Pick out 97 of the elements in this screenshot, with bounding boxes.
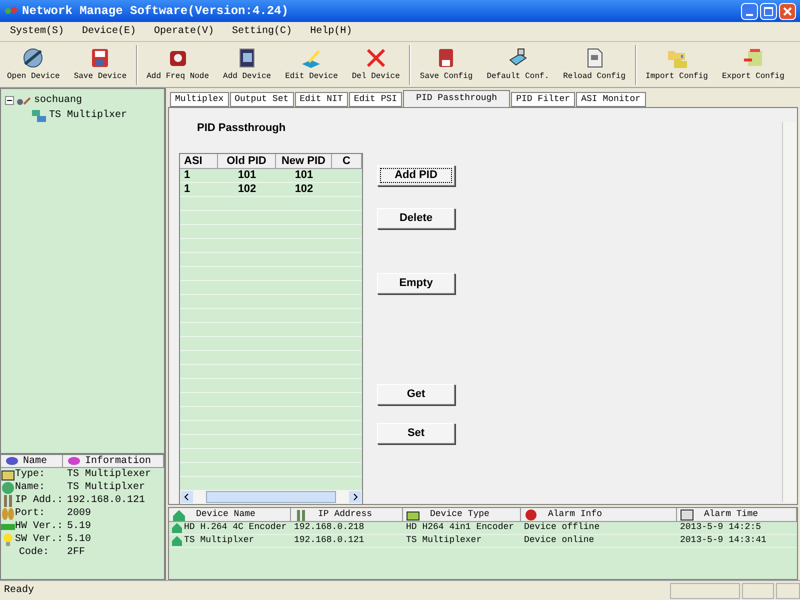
column-header[interactable]: ASI bbox=[180, 154, 218, 168]
info-label: Name: bbox=[15, 481, 46, 494]
light-bulb-icon bbox=[1, 533, 15, 546]
tab[interactable]: Edit NIT bbox=[294, 92, 348, 107]
status-panel bbox=[776, 582, 800, 598]
tree-node[interactable]: sochuang bbox=[34, 93, 82, 108]
column-header[interactable]: Name bbox=[1, 455, 63, 467]
action-button[interactable]: Add PID bbox=[377, 164, 455, 186]
tab[interactable]: PID Filter bbox=[511, 92, 576, 107]
toolbar-button[interactable]: Save Config bbox=[412, 42, 480, 86]
table-cell-text: 192.168.0.218 bbox=[293, 521, 364, 534]
table-cell-text: TS Multiplxer bbox=[183, 534, 254, 548]
horizontal-scrollbar[interactable] bbox=[180, 490, 362, 504]
table-cell-text: Device offline bbox=[523, 521, 600, 534]
table-cell-text: 101 bbox=[294, 168, 314, 182]
info-value: 2FF bbox=[67, 546, 86, 560]
column-header[interactable]: Device Name bbox=[169, 508, 291, 521]
menu-item[interactable]: System(S) bbox=[8, 24, 66, 39]
tree-leaf[interactable]: TS Multiplxer bbox=[49, 108, 128, 123]
status-panel bbox=[742, 582, 774, 598]
action-button[interactable]: Delete bbox=[377, 208, 455, 228]
folder-icon bbox=[1, 468, 15, 481]
drive-icon bbox=[406, 508, 420, 520]
close-button[interactable] bbox=[779, 2, 796, 20]
column-header[interactable]: Alarm Time bbox=[677, 508, 797, 521]
alarm-icon bbox=[524, 508, 538, 520]
column-header[interactable]: Information bbox=[63, 455, 164, 467]
column-header[interactable]: Device Type bbox=[403, 508, 521, 521]
info-label: HW Ver.: bbox=[15, 520, 64, 534]
house-icon bbox=[171, 535, 183, 547]
info-value: TS Multiplexer bbox=[67, 468, 152, 482]
info-label: IP Add.: bbox=[15, 494, 64, 508]
info-value: 5.10 bbox=[67, 533, 92, 547]
action-button[interactable]: Set bbox=[377, 422, 455, 444]
maximize-icon bbox=[764, 6, 773, 16]
action-button[interactable]: Get bbox=[377, 384, 455, 404]
menu-item[interactable]: Help(H) bbox=[308, 24, 354, 39]
window-title: Network Manage Software(Version:4.24) bbox=[22, 3, 288, 20]
column-header[interactable]: New PID bbox=[276, 154, 332, 168]
toolbar-button[interactable]: Del Device bbox=[344, 42, 407, 86]
info-label: Port: bbox=[15, 507, 46, 521]
table-cell-text: 192.168.0.121 bbox=[293, 534, 364, 548]
info-label: Code: bbox=[19, 546, 50, 560]
tab[interactable]: ASI Monitor bbox=[576, 92, 646, 107]
toolbar-button[interactable]: Import Config bbox=[638, 42, 715, 86]
menu-item[interactable]: Setting(C) bbox=[230, 24, 294, 39]
toolbar-button[interactable]: Save Device bbox=[66, 42, 134, 86]
expander-icon[interactable] bbox=[5, 96, 14, 105]
house-icon bbox=[172, 508, 186, 520]
table-cell-text: 1 bbox=[183, 168, 192, 182]
menu-item[interactable]: Device(E) bbox=[80, 24, 138, 39]
server-icon bbox=[31, 108, 47, 122]
toolbar-button[interactable]: Edit Device bbox=[278, 42, 345, 86]
info-value: TS Multiplxer bbox=[67, 480, 146, 495]
scroll-thumb[interactable] bbox=[206, 490, 336, 502]
table-cell-text: 1 bbox=[183, 182, 192, 196]
action-button[interactable]: Empty bbox=[377, 272, 455, 294]
toolbar-button[interactable]: Open Device bbox=[0, 42, 67, 86]
toolbar-button[interactable]: Add Freq Node bbox=[140, 42, 216, 86]
column-header[interactable]: Old PID bbox=[218, 154, 276, 168]
tab[interactable]: PID Passthrough bbox=[403, 90, 510, 107]
minus-icon bbox=[6, 97, 13, 104]
info-label: Type: bbox=[15, 468, 46, 482]
maximize-button[interactable] bbox=[760, 2, 777, 20]
column-header[interactable]: IP Address bbox=[291, 508, 403, 521]
close-icon bbox=[783, 6, 792, 16]
globe-icon bbox=[1, 481, 15, 494]
toolbar-button[interactable]: Reload Config bbox=[556, 42, 633, 86]
toolbar-button[interactable]: Default Conf. bbox=[480, 42, 556, 86]
table-cell-text: 2013-5-9 14:3:41 bbox=[679, 534, 766, 548]
column-header[interactable]: Alarm Info bbox=[521, 508, 677, 521]
info-value: 192.168.0.121 bbox=[67, 494, 146, 508]
panel-heading: PID Passthrough bbox=[197, 121, 286, 136]
info-label: SW Ver.: bbox=[15, 533, 64, 546]
toolbar-button[interactable]: Add Device bbox=[216, 42, 278, 86]
tab[interactable]: Edit PSI bbox=[348, 92, 402, 107]
tab[interactable]: Output Set bbox=[230, 92, 294, 107]
minimize-button[interactable] bbox=[741, 2, 758, 20]
info-value: 2009 bbox=[67, 507, 92, 521]
table-cell-text: 101 bbox=[236, 168, 258, 182]
toolbar-button[interactable]: Export Config bbox=[714, 42, 792, 86]
table-cell-text: 102 bbox=[236, 182, 258, 196]
status-text: Ready bbox=[4, 584, 36, 598]
table-cell-text: HD H.264 4C Encoder bbox=[183, 521, 287, 534]
menu-item[interactable]: Operate(V) bbox=[152, 24, 216, 39]
info-value: 5.19 bbox=[67, 520, 92, 534]
table-cell-text: 2013-5-9 14:2:5 bbox=[679, 521, 762, 534]
table-cell-text: Device online bbox=[523, 534, 594, 548]
table-cell-text: HD H264 4in1 Encoder bbox=[405, 521, 514, 534]
globe-icon bbox=[21, 46, 46, 70]
table-cell-text: TS Multiplexer bbox=[405, 534, 482, 548]
column-header[interactable]: C bbox=[332, 154, 362, 168]
vertical-scrollbar[interactable] bbox=[782, 122, 796, 502]
minimize-icon bbox=[746, 14, 753, 16]
tab[interactable]: Multiplex bbox=[170, 92, 229, 107]
table-cell-text: 102 bbox=[294, 182, 314, 196]
status-panel bbox=[670, 582, 740, 598]
